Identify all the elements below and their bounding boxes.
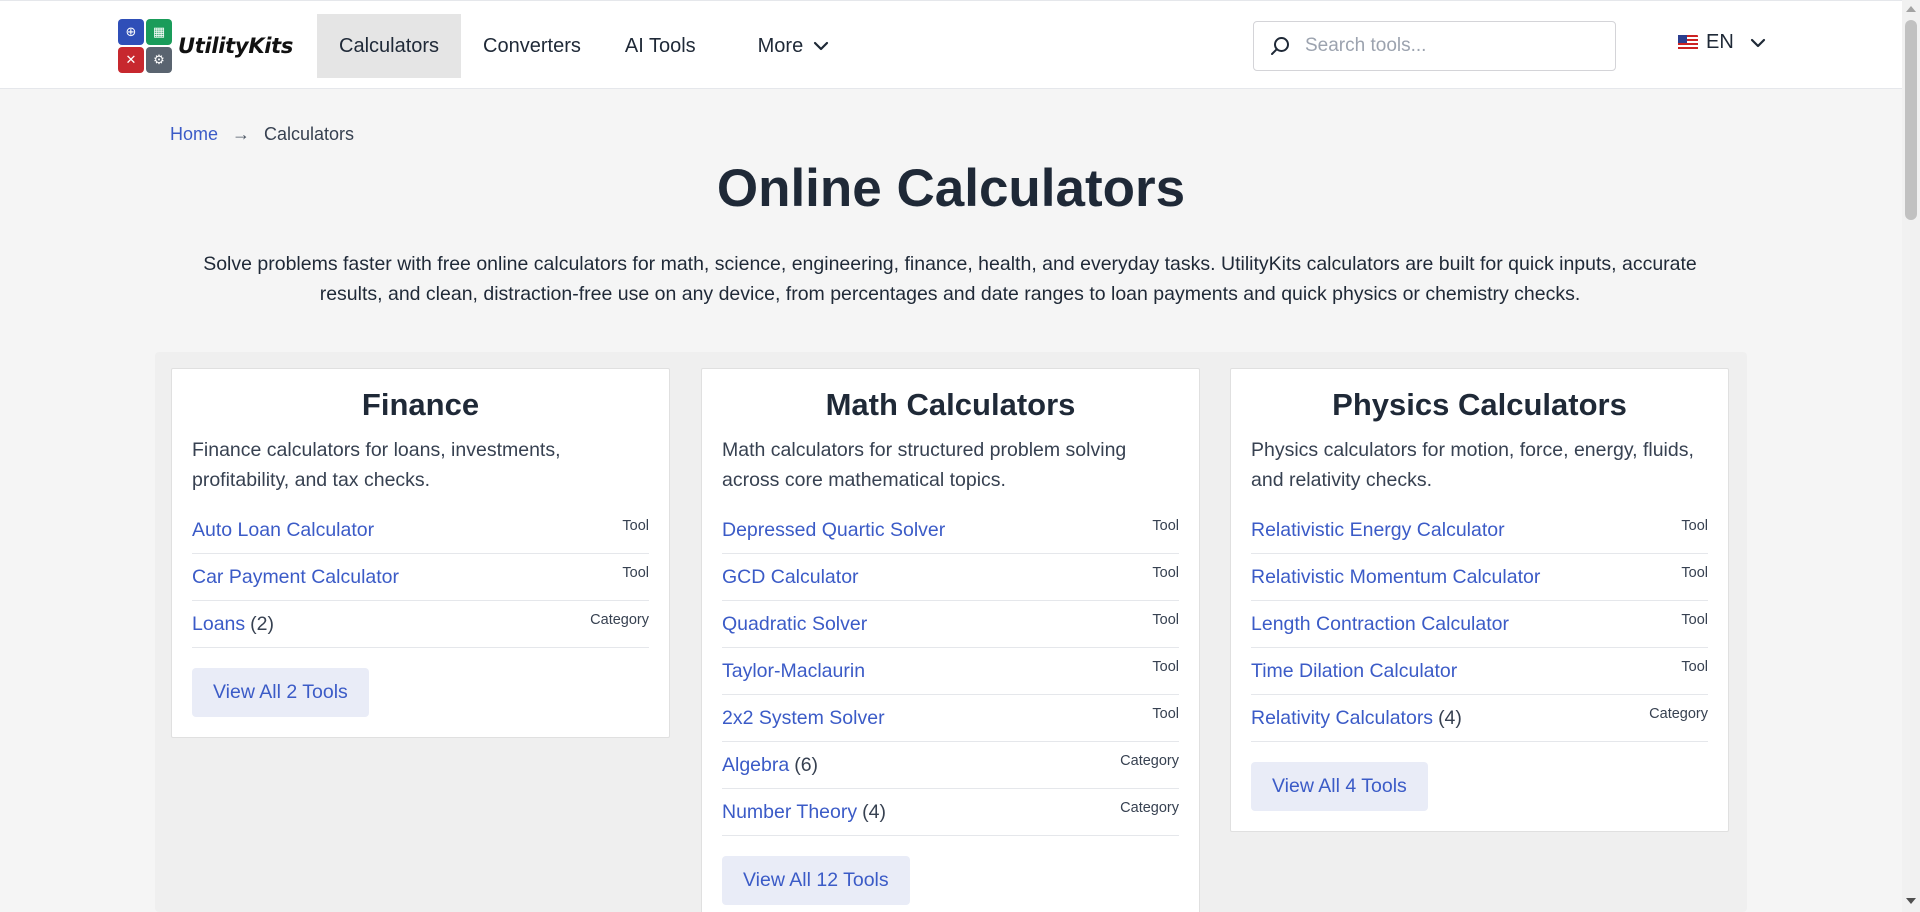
card-title: Physics Calculators	[1332, 387, 1627, 422]
item-type-label: Tool	[1681, 659, 1708, 675]
category-link[interactable]: Algebra	[722, 754, 789, 776]
nav-label: Calculators	[339, 34, 440, 57]
site-header: ⊕ ▦ ✕ ⚙ UtilityKits Calculators Converte…	[0, 0, 1902, 89]
tool-link[interactable]: GCD Calculator	[722, 566, 859, 588]
tools-icon: ✕	[118, 47, 144, 73]
item-type-label: Tool	[1681, 565, 1708, 581]
tool-link[interactable]: Relativistic Momentum Calculator	[1251, 566, 1540, 588]
scroll-down-arrow-icon[interactable]	[1906, 898, 1916, 904]
list-item: Car Payment Calculator Tool	[192, 554, 649, 601]
card-title: Finance	[361, 387, 480, 422]
item-type-label: Tool	[622, 565, 649, 581]
main-nav: Calculators Converters AI Tools More	[317, 14, 853, 78]
page-intro: Solve problems faster with free online c…	[203, 253, 1697, 305]
item-type-label: Tool	[1681, 612, 1708, 628]
nav-calculators[interactable]: Calculators	[317, 14, 462, 78]
tool-link[interactable]: Time Dilation Calculator	[1251, 660, 1457, 682]
scrollbar-thumb[interactable]	[1905, 20, 1917, 220]
calculator-icon: ⊕	[118, 19, 144, 45]
item-type-label: Category	[1120, 753, 1179, 769]
tool-link[interactable]: Length Contraction Calculator	[1251, 613, 1509, 635]
list-item: Quadratic Solver Tool	[722, 601, 1179, 648]
list-item: Relativistic Momentum Calculator Tool	[1251, 554, 1708, 601]
list-item: Relativity Calculators (4) Category	[1251, 695, 1708, 742]
logo-mark: ⊕ ▦ ✕ ⚙	[118, 19, 172, 73]
tool-link[interactable]: Quadratic Solver	[722, 613, 867, 635]
list-item: Number Theory (4) Category	[722, 789, 1179, 836]
nav-label: AI Tools	[624, 34, 696, 57]
item-type-label: Category	[1120, 800, 1179, 816]
card-description: Math calculators for structured problem …	[722, 439, 1127, 491]
item-count: (2)	[250, 612, 274, 635]
breadcrumb: Home → Calculators	[170, 124, 354, 145]
card-title: Math Calculators	[825, 387, 1076, 422]
logo-text: UtilityKits	[178, 34, 294, 58]
tool-link[interactable]: Car Payment Calculator	[192, 566, 399, 588]
item-type-label: Category	[590, 612, 649, 628]
list-item: Depressed Quartic Solver Tool	[722, 507, 1179, 554]
tool-link[interactable]: 2x2 System Solver	[722, 707, 885, 729]
chevron-down-icon	[1748, 33, 1768, 53]
search-box[interactable]	[1253, 21, 1616, 71]
list-item: Taylor-Maclaurin Tool	[722, 648, 1179, 695]
nav-more[interactable]: More	[718, 14, 854, 78]
item-type-label: Category	[1649, 706, 1708, 722]
tool-link[interactable]: Auto Loan Calculator	[192, 519, 374, 541]
nav-label: Converters	[483, 34, 581, 57]
view-all-button[interactable]: View All 4 Tools	[1251, 762, 1428, 811]
page-title: Online Calculators	[716, 159, 1186, 218]
tool-link[interactable]: Taylor-Maclaurin	[722, 660, 865, 682]
item-count: (6)	[794, 753, 819, 776]
item-count: (4)	[862, 800, 886, 823]
nav-converters[interactable]: Converters	[461, 14, 603, 78]
category-link[interactable]: Loans	[192, 613, 245, 635]
card-description: Physics calculators for motion, force, e…	[1251, 439, 1694, 491]
view-all-button[interactable]: View All 2 Tools	[192, 668, 369, 717]
category-card-finance: Finance Finance calculators for loans, i…	[171, 368, 670, 738]
list-item: Loans (2) Category	[192, 601, 649, 648]
nav-ai-tools[interactable]: AI Tools	[603, 14, 718, 78]
card-description: Finance calculators for loans, investmen…	[192, 439, 561, 491]
list-item: GCD Calculator Tool	[722, 554, 1179, 601]
item-type-label: Tool	[1152, 565, 1179, 581]
item-type-label: Tool	[1152, 518, 1179, 534]
list-item: Time Dilation Calculator Tool	[1251, 648, 1708, 695]
view-all-button[interactable]: View All 12 Tools	[722, 856, 910, 905]
language-label: EN	[1706, 31, 1734, 53]
item-type-label: Tool	[1152, 612, 1179, 628]
grid-icon: ▦	[146, 19, 172, 45]
item-type-label: Tool	[1152, 659, 1179, 675]
category-card-physics: Physics Calculators Physics calculators …	[1230, 368, 1729, 832]
category-card-math: Math Calculators Math calculators for st…	[701, 368, 1200, 912]
us-flag-icon	[1678, 34, 1698, 51]
chevron-down-icon	[811, 36, 831, 56]
list-item: Algebra (6) Category	[722, 742, 1179, 789]
scroll-up-arrow-icon[interactable]	[1906, 6, 1916, 12]
search-input[interactable]	[1305, 35, 1585, 57]
category-link[interactable]: Number Theory	[722, 801, 857, 823]
logo[interactable]: ⊕ ▦ ✕ ⚙ UtilityKits	[118, 19, 293, 73]
list-item: 2x2 System Solver Tool	[722, 695, 1179, 742]
breadcrumb-current: Calculators	[264, 124, 355, 144]
item-type-label: Tool	[1681, 518, 1708, 534]
category-link[interactable]: Relativity Calculators	[1251, 707, 1433, 729]
nav-label: More	[757, 34, 804, 57]
tool-link[interactable]: Depressed Quartic Solver	[722, 519, 945, 541]
search-icon	[1269, 35, 1291, 57]
list-item: Length Contraction Calculator Tool	[1251, 601, 1708, 648]
gear-icon: ⚙	[146, 47, 172, 73]
item-type-label: Tool	[1152, 706, 1179, 722]
scrollbar[interactable]	[1902, 0, 1920, 912]
item-type-label: Tool	[622, 518, 649, 534]
breadcrumb-home-link[interactable]: Home	[170, 124, 218, 145]
list-item: Auto Loan Calculator Tool	[192, 507, 649, 554]
item-count: (4)	[1438, 706, 1462, 729]
list-item: Relativistic Energy Calculator Tool	[1251, 507, 1708, 554]
tool-link[interactable]: Relativistic Energy Calculator	[1251, 519, 1505, 541]
language-selector[interactable]: EN	[1678, 31, 1768, 54]
breadcrumb-arrow-icon: →	[232, 124, 251, 144]
